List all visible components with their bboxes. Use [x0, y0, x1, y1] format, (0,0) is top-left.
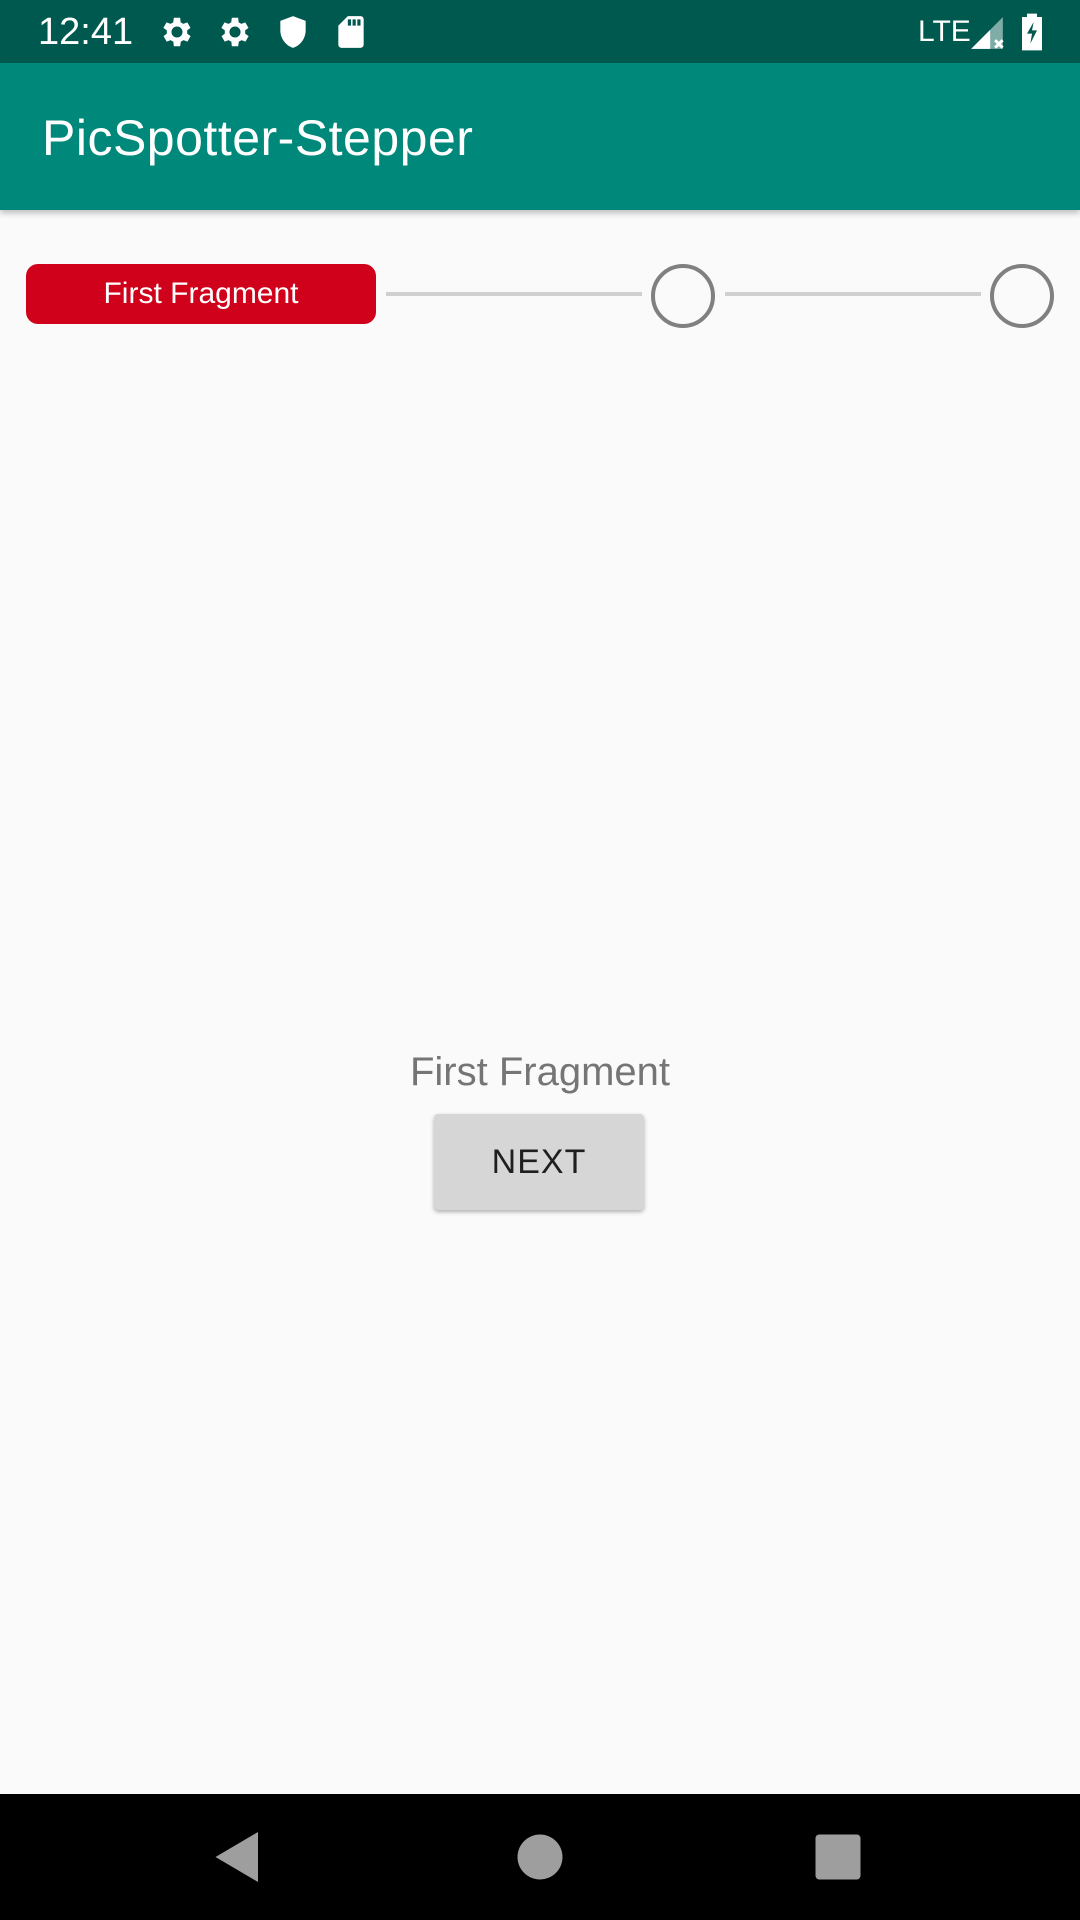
status-bar: 12:41 LTE	[0, 0, 1080, 63]
step-2-circle[interactable]	[651, 264, 715, 328]
status-time: 12:41	[38, 11, 134, 53]
stepper: First Fragment	[0, 210, 1080, 380]
network-type: LTE	[918, 15, 971, 48]
home-icon[interactable]	[510, 1827, 570, 1887]
sd-card-icon	[338, 16, 364, 48]
navigation-bar	[0, 1794, 1080, 1920]
recents-icon[interactable]	[808, 1827, 868, 1887]
settings-icon	[221, 17, 249, 47]
back-icon[interactable]	[208, 1827, 268, 1887]
app-bar: PicSpotter-Stepper	[0, 63, 1080, 210]
settings-icon	[163, 17, 191, 47]
step-connector-line	[386, 292, 642, 296]
shield-icon	[280, 16, 306, 48]
step-1-first-fragment[interactable]: First Fragment	[26, 264, 376, 324]
next-button[interactable]: NEXT	[434, 1114, 644, 1210]
signal-icon	[971, 17, 1004, 49]
app-title: PicSpotter-Stepper	[42, 110, 474, 166]
step-connector-line	[725, 292, 981, 296]
step-3-circle[interactable]	[990, 264, 1054, 328]
fragment-title: First Fragment	[409, 1050, 671, 1094]
battery-charging-icon	[1022, 13, 1042, 51]
